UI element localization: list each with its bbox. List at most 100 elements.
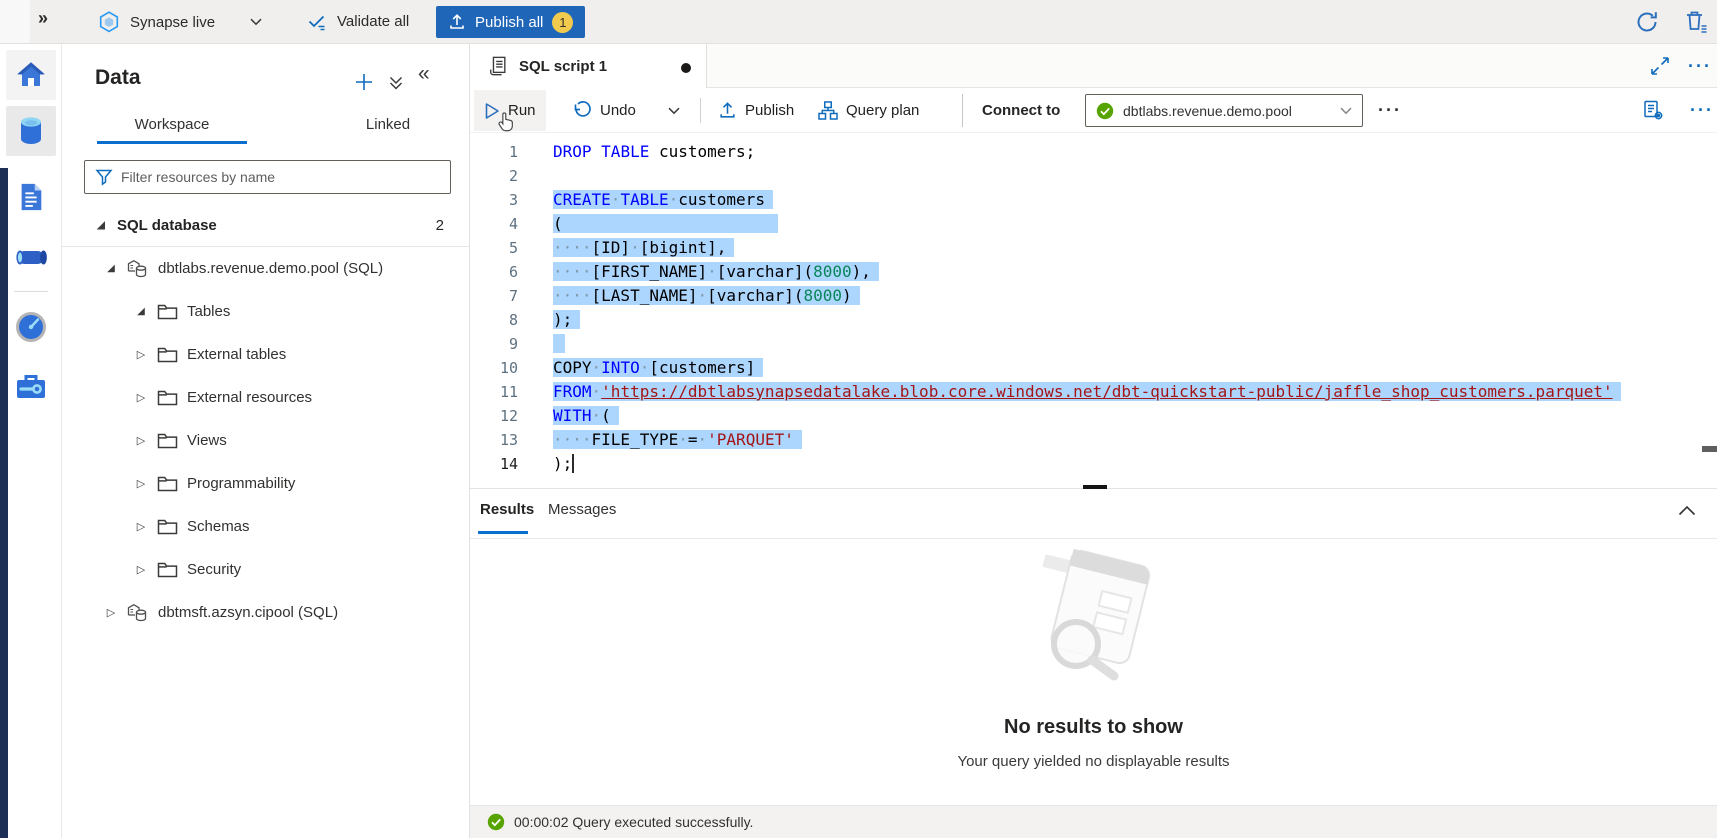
code-line-5[interactable]: ····[ID]·[bigint], [553,236,734,260]
code-token: [ID] [592,238,631,257]
folder-icon [157,346,178,363]
code-token: ···· [553,430,592,449]
mode-selector[interactable]: Synapse live [97,10,262,34]
add-resource-button[interactable] [354,72,374,92]
code-line-6[interactable]: ····[FIRST_NAME]·[varchar](8000), [553,260,879,284]
active-tab-underline [97,141,247,144]
toolbar-more-right-icon[interactable]: ··· [1690,105,1714,115]
tree-item-views[interactable]: ▷Views [62,419,470,462]
line-number: 13 [470,428,518,452]
sql-pool-icon [127,259,149,279]
tree-item-sql-database[interactable]: ◢SQL database2 [62,204,470,247]
tab-messages[interactable]: Messages [548,501,616,518]
expander-collapsed-icon[interactable]: ▷ [133,391,149,404]
undo-icon [572,101,592,120]
expander-expanded-icon[interactable]: ◢ [103,263,119,274]
tab-sql-script-1[interactable]: SQL script 1 [470,44,707,88]
properties-icon[interactable] [1642,99,1664,121]
code-token: · [669,190,679,209]
tab-results[interactable]: Results [480,501,534,518]
undo-button[interactable]: Undo [562,90,646,131]
line-number: 9 [470,332,518,356]
code-token: · [592,382,602,401]
code-token: FROM [553,382,592,401]
filter-funnel-icon [95,168,113,186]
selection-pad [553,332,565,356]
code-line-11[interactable]: FROM·'https://dbtlabsynapsedatalake.blob… [553,380,1621,404]
code-line-7[interactable]: ····[LAST_NAME]·[varchar](8000) [553,284,860,308]
validate-all-button[interactable]: Validate all [306,10,409,32]
code-line-4[interactable]: ( [553,212,778,236]
query-plan-button[interactable]: Query plan [808,90,929,131]
sidebar-item-monitor[interactable] [6,302,56,352]
code-line-10[interactable]: COPY·INTO·[customers] [553,356,763,380]
code-line-1[interactable]: DROP TABLE customers; [553,140,755,164]
nav-expand-chevrons-icon[interactable]: » [38,8,48,29]
code-token: ( [553,214,563,233]
toolbar-separator [962,94,963,127]
selection-pad [563,212,778,236]
selection-pad [871,260,879,284]
expander-expanded-icon[interactable]: ◢ [93,220,109,231]
tab-more-icon[interactable]: ··· [1688,61,1712,71]
tree-item-external-resources[interactable]: ▷External resources [62,376,470,419]
collapse-panel-icon[interactable]: « [418,62,430,86]
toolbar-more-icon[interactable]: ··· [1378,105,1402,115]
refresh-icon[interactable] [1634,9,1660,35]
expander-collapsed-icon[interactable]: ▷ [133,520,149,533]
code-line-13[interactable]: ····FILE_TYPE·=·'PARQUET' [553,428,802,452]
expand-editor-icon[interactable] [1650,56,1670,76]
code-token: · [611,190,621,209]
code-line-9[interactable] [553,332,565,356]
code-token: [LAST_NAME] [592,286,698,305]
selection-pad [572,308,580,332]
code-line-3[interactable]: CREATE·TABLE·customers [553,188,773,212]
run-button[interactable]: Run [474,90,546,131]
discard-trash-icon[interactable] [1684,9,1708,35]
filter-input[interactable] [121,169,442,185]
pool-name: dbtlabs.revenue.demo.pool [1123,103,1331,119]
expander-collapsed-icon[interactable]: ▷ [133,348,149,361]
connect-to-pool-dropdown[interactable]: dbtlabs.revenue.demo.pool [1085,94,1363,127]
code-token: customers; [659,142,755,161]
tab-linked[interactable]: Linked [308,106,468,143]
collapse-results-chevron-up-icon[interactable] [1678,505,1696,516]
undo-dropdown-chevron-icon[interactable] [658,90,690,131]
query-plan-icon [818,101,838,120]
tree-item-external-tables[interactable]: ▷External tables [62,333,470,376]
sidebar-item-integrate[interactable] [6,233,56,283]
tab-workspace-label: Workspace [135,116,210,133]
sidebar-item-develop[interactable] [6,172,56,222]
sidebar-item-data[interactable] [6,106,56,156]
activity-bar [0,44,62,838]
code-line-14[interactable]: ); [553,452,574,476]
expander-collapsed-icon[interactable]: ▷ [103,606,119,619]
code-line-8[interactable]: ); [553,308,580,332]
sidebar-item-home[interactable] [6,50,56,100]
dropdown-chevron-icon [1340,107,1352,115]
develop-document-icon [16,181,46,213]
tree-item-programmability[interactable]: ▷Programmability [62,462,470,505]
publish-all-button[interactable]: Publish all 1 [436,6,585,38]
integrate-pipeline-icon [13,243,49,273]
expander-collapsed-icon[interactable]: ▷ [133,434,149,447]
code-token: [varchar]( [707,286,803,305]
tree-item-dbtmsft-azsyn-cipool-sql[interactable]: ▷dbtmsft.azsyn.cipool (SQL) [62,591,470,634]
tab-workspace[interactable]: Workspace [92,106,252,143]
play-icon [484,102,500,120]
expander-collapsed-icon[interactable]: ▷ [133,477,149,490]
expand-all-icon[interactable] [388,74,404,91]
sidebar-item-manage[interactable] [6,362,56,412]
expander-expanded-icon[interactable]: ◢ [133,306,149,317]
tree-item-dbtlabs-revenue-demo-pool-sql[interactable]: ◢dbtlabs.revenue.demo.pool (SQL) [62,247,470,290]
tree-item-security[interactable]: ▷Security [62,548,470,591]
tree-item-tables[interactable]: ◢Tables [62,290,470,333]
code-line-12[interactable]: WITH·( [553,404,619,428]
code-token: 'https://dbtlabsynapsedatalake.blob.core… [601,382,1612,401]
sql-code-editor[interactable]: 1DROP TABLE customers;23CREATE·TABLE·cus… [470,133,1717,489]
publish-button[interactable]: Publish [708,90,804,131]
code-token: · [698,430,708,449]
expander-collapsed-icon[interactable]: ▷ [133,563,149,576]
tree-item-schemas[interactable]: ▷Schemas [62,505,470,548]
connected-check-icon [1096,102,1114,120]
